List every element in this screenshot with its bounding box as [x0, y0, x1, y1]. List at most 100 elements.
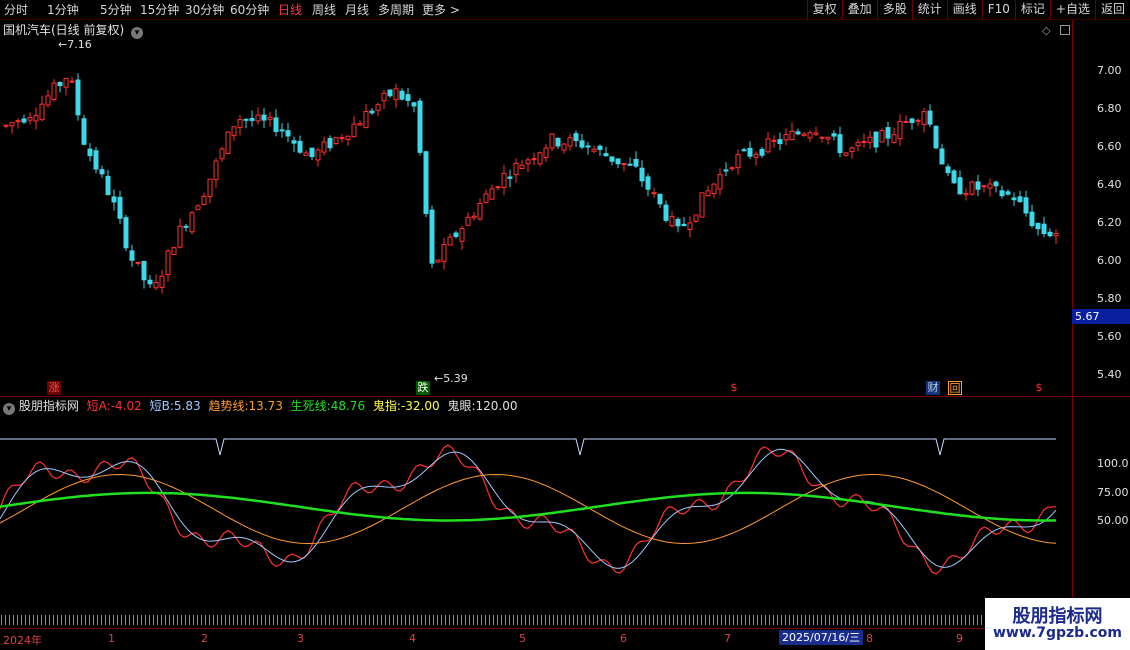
candle-body — [879, 130, 885, 143]
indicator-tick: 75.00 — [1097, 486, 1129, 499]
candle-body — [51, 82, 57, 100]
limit-up-marker[interactable]: 涨 — [47, 381, 61, 395]
finance-marker[interactable]: 财 — [926, 381, 940, 395]
candle-body — [933, 125, 939, 149]
candle-body — [21, 118, 27, 123]
candle-body — [855, 141, 861, 147]
overlay-button[interactable]: 叠加 — [841, 0, 877, 20]
fuquan-button[interactable]: 复权 — [806, 0, 842, 20]
candle-body — [219, 148, 225, 160]
candle-body — [777, 139, 783, 145]
candle-body — [423, 151, 429, 215]
indicator-tick: 100.0 — [1097, 457, 1129, 470]
candle-body — [645, 176, 651, 190]
candle-body — [639, 167, 645, 182]
price-tick: 6.80 — [1097, 102, 1122, 115]
period-tab-5min[interactable]: 5分钟 — [100, 2, 132, 18]
price-tick: 6.40 — [1097, 178, 1122, 191]
ghost-eye-signal-line — [0, 438, 1056, 456]
candle-body — [483, 193, 489, 204]
back-button[interactable]: 返回 — [1094, 0, 1130, 20]
candle-body — [189, 212, 195, 233]
price-tick: 6.00 — [1097, 254, 1122, 267]
candle-body — [657, 193, 663, 205]
candle-body — [237, 119, 243, 128]
candle-body — [561, 143, 567, 151]
add-watchlist-button[interactable]: +自选 — [1049, 0, 1095, 20]
candle-body — [681, 223, 687, 227]
period-tab-month[interactable]: 月线 — [345, 2, 369, 18]
event-dollar-marker-2[interactable]: $ — [1034, 381, 1044, 395]
period-tab-day[interactable]: 日线 — [278, 2, 302, 18]
draw-line-button[interactable]: 画线 — [946, 0, 982, 20]
candle-body — [369, 110, 375, 114]
candle-body — [321, 141, 327, 153]
f10-button[interactable]: F10 — [981, 0, 1015, 20]
candle-body — [63, 78, 69, 88]
candle-body — [399, 90, 405, 100]
buyback-marker[interactable]: 回 — [948, 381, 962, 395]
event-dollar-marker[interactable]: $ — [729, 381, 739, 395]
candle-body — [363, 111, 369, 129]
xaxis-month: 2 — [201, 632, 208, 645]
watermark-url: www.7gpzb.com — [992, 625, 1122, 641]
candle-body — [279, 129, 285, 132]
candle-body — [87, 148, 93, 157]
period-tab-30min[interactable]: 30分钟 — [185, 2, 224, 18]
candle-body — [543, 147, 549, 158]
candle-body — [603, 153, 609, 157]
candle-body — [495, 186, 501, 189]
candle-body — [153, 281, 159, 289]
candle-body — [1029, 211, 1035, 227]
candle-body — [699, 192, 705, 218]
candle-body — [225, 131, 231, 154]
xaxis-month: 7 — [724, 632, 731, 645]
candle-body — [687, 222, 693, 230]
candle-body — [819, 136, 825, 139]
limit-down-marker[interactable]: 跌 — [416, 381, 430, 395]
candle-body — [945, 166, 951, 174]
candle-body — [753, 153, 759, 158]
candle-body — [33, 115, 39, 122]
price-tick: 5.80 — [1097, 292, 1122, 305]
candle-body — [591, 148, 597, 152]
period-tab-week[interactable]: 周线 — [312, 2, 336, 18]
statistics-button[interactable]: 统计 — [911, 0, 947, 20]
candle-body — [615, 158, 621, 165]
period-tab-15min[interactable]: 15分钟 — [140, 2, 179, 18]
candle-body — [531, 158, 537, 161]
life-death-line — [0, 491, 1057, 522]
candle-body — [981, 185, 987, 188]
mark-button[interactable]: 标记 — [1014, 0, 1050, 20]
candle-body — [375, 104, 381, 111]
candle-body — [843, 152, 849, 156]
period-tab-60min[interactable]: 60分钟 — [230, 2, 269, 18]
candle-body — [357, 123, 363, 126]
period-tab-more[interactable]: 更多 > — [422, 2, 460, 18]
candle-body — [627, 163, 633, 166]
candlestick-chart — [3, 73, 1059, 294]
candle-body — [711, 183, 717, 194]
candle-body — [231, 126, 237, 136]
candle-body — [1005, 191, 1011, 195]
candle-body — [939, 148, 945, 165]
period-tab-multi[interactable]: 多周期 — [378, 2, 414, 18]
candle-body — [141, 260, 147, 281]
trend-line — [0, 473, 1057, 545]
candle-body — [873, 131, 879, 148]
candle-body — [273, 117, 279, 132]
candle-body — [759, 149, 765, 156]
price-tick: 7.00 — [1097, 64, 1122, 77]
period-tab-fenshi[interactable]: 分时 — [4, 2, 28, 18]
period-tab-1min[interactable]: 1分钟 — [47, 2, 79, 18]
candle-body — [813, 132, 819, 135]
candle-body — [585, 145, 591, 148]
candle-body — [27, 116, 33, 121]
multi-stock-button[interactable]: 多股 — [876, 0, 912, 20]
candle-body — [285, 130, 291, 137]
period-toolbar: 分时 1分钟 5分钟 15分钟 30分钟 60分钟 日线 周线 月线 多周期 更… — [0, 0, 1130, 20]
candle-body — [411, 102, 417, 107]
candle-body — [213, 160, 219, 181]
high-price-label: ←7.16 — [58, 38, 92, 51]
candle-body — [807, 132, 813, 139]
